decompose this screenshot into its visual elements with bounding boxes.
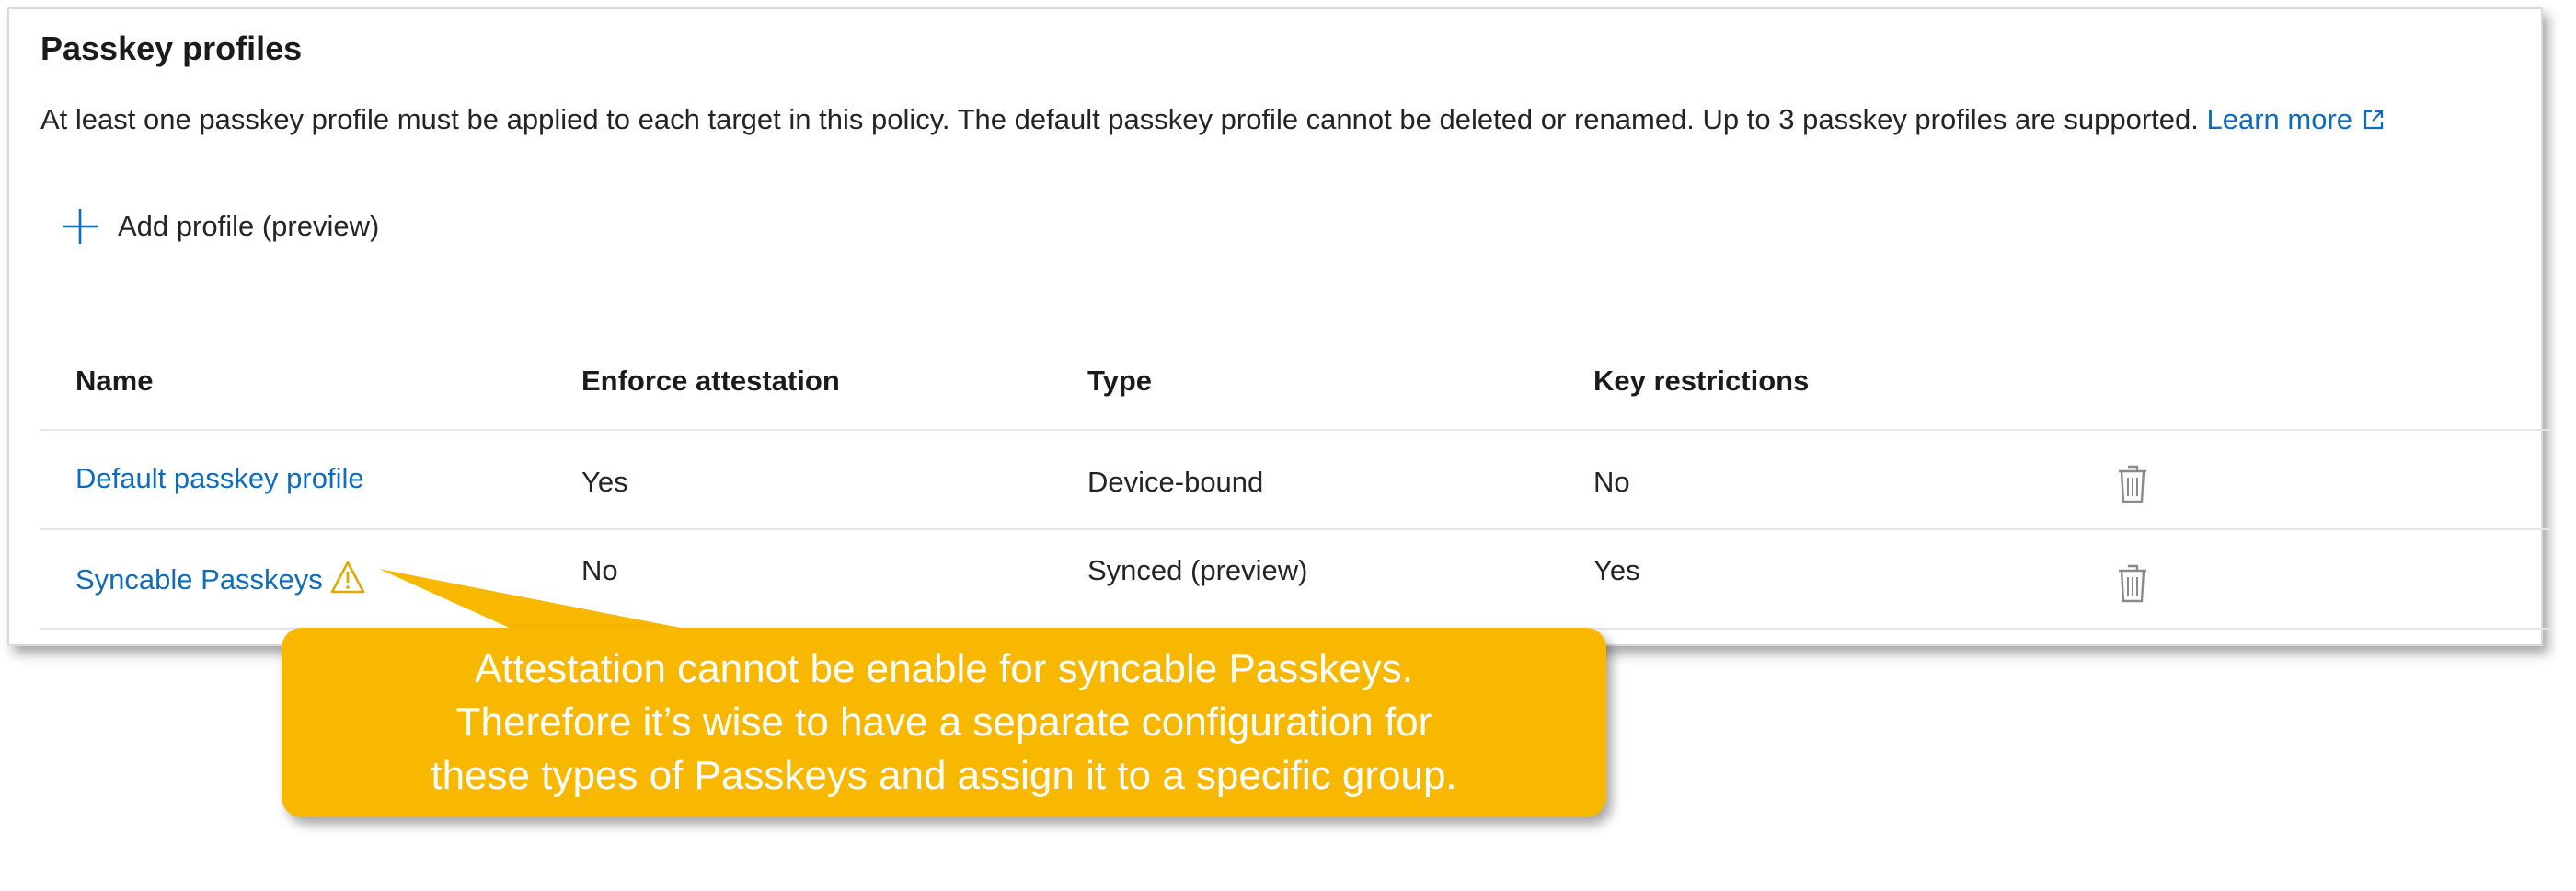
callout-line: Therefore it’s wise to have a separate c… (455, 700, 1432, 745)
callout-line: Attestation cannot be enable for syncabl… (475, 646, 1413, 691)
callout-line: these types of Passkeys and assign it to… (431, 753, 1457, 798)
callout-box: Attestation cannot be enable for syncabl… (282, 628, 1606, 817)
